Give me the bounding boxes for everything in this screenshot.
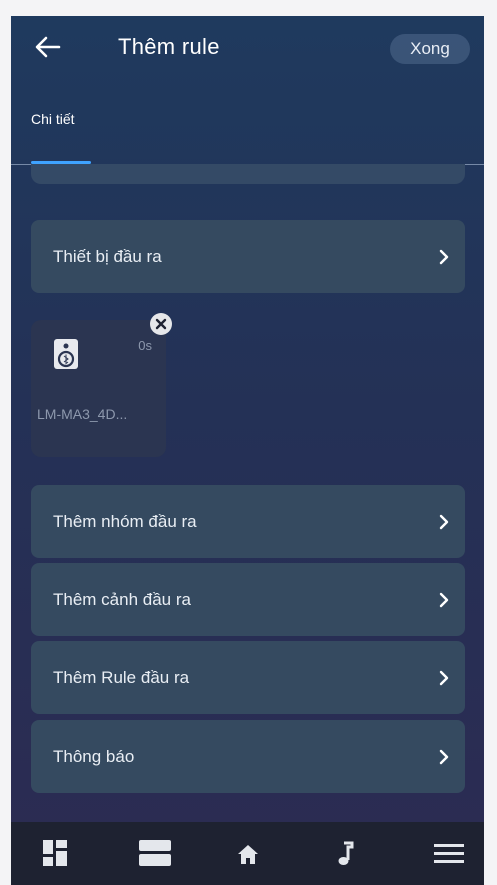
partial-card (31, 164, 465, 184)
bottom-nav (11, 822, 484, 885)
nav-music[interactable] (336, 840, 354, 866)
notification-row[interactable]: Thông báo (31, 720, 465, 793)
close-icon (155, 318, 167, 330)
row-label: Thêm cảnh đầu ra (53, 589, 191, 609)
music-icon (338, 841, 354, 865)
devices-icon (139, 840, 171, 866)
speaker-icon (54, 339, 78, 369)
chevron-right-icon (439, 249, 449, 264)
remove-device-button[interactable] (150, 313, 172, 335)
row-label: Thông báo (53, 746, 135, 766)
nav-dashboard[interactable] (43, 840, 67, 866)
chevron-right-icon (439, 670, 449, 685)
tab-details[interactable]: Chi tiết (31, 111, 75, 127)
chevron-right-icon (439, 514, 449, 529)
nav-home[interactable] (237, 840, 259, 866)
device-card[interactable]: 0s LM-MA3_4D... (31, 320, 166, 457)
row-label: Thêm Rule đầu ra (53, 667, 190, 687)
chevron-right-icon (439, 592, 449, 607)
nav-menu[interactable] (434, 840, 464, 866)
arrow-left-icon (35, 36, 61, 58)
header: Thêm rule Xong Chi tiết (11, 16, 484, 166)
device-name: LM-MA3_4D... (37, 406, 128, 422)
add-output-rule-row[interactable]: Thêm Rule đầu ra (31, 641, 465, 714)
add-output-scene-row[interactable]: Thêm cảnh đầu ra (31, 563, 465, 636)
home-icon (238, 845, 258, 864)
page-title: Thêm rule (118, 34, 220, 59)
done-button[interactable]: Xong (390, 34, 470, 64)
menu-icon (434, 844, 464, 863)
chevron-right-icon (439, 749, 449, 764)
row-label: Thêm nhóm đầu ra (53, 511, 197, 531)
add-output-group-row[interactable]: Thêm nhóm đầu ra (31, 485, 465, 558)
dashboard-icon (43, 840, 67, 866)
output-device-row[interactable]: Thiết bị đầu ra (31, 220, 465, 293)
nav-devices[interactable] (139, 840, 171, 866)
row-label: Thiết bị đầu ra (53, 246, 162, 266)
duration-label: 0s (138, 338, 152, 353)
back-button[interactable] (33, 30, 63, 64)
app-screen: Thêm rule Xong Chi tiết Thiết bị đầu ra … (11, 16, 484, 885)
